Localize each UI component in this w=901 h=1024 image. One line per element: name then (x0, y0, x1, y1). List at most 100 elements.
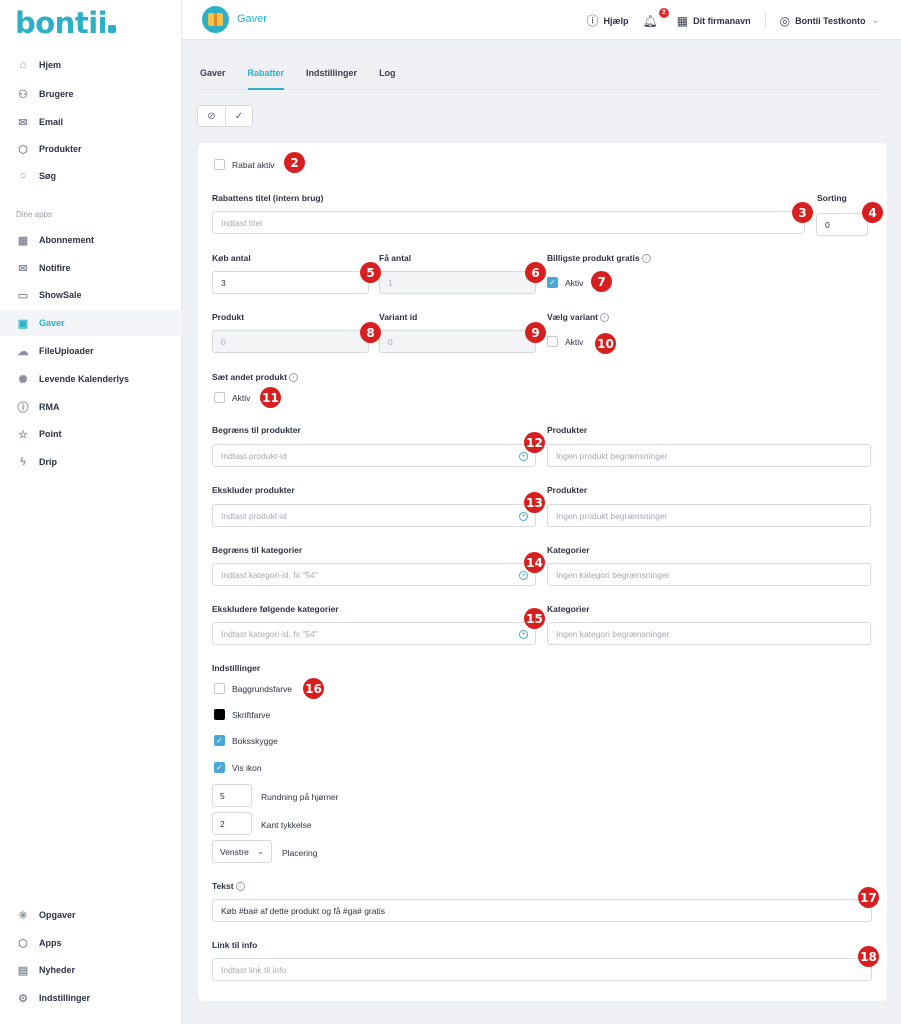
billigste-aktiv-checkbox[interactable]: ✓ Aktiv (547, 277, 583, 288)
bell-icon: 🔔︎ (642, 13, 658, 28)
sidebar-item-indstillinger[interactable]: ⚙ Indstillinger (0, 985, 182, 1011)
sidebar-item-gaver[interactable]: ▣ Gaver (0, 310, 182, 336)
sorting-label: Sorting (817, 193, 847, 203)
info-icon[interactable]: i (600, 313, 610, 323)
variant-input[interactable]: 0 (379, 330, 536, 353)
company-selector[interactable]: ▦ Dit firmanavn (677, 14, 751, 28)
tab-gaver[interactable]: Gaver (200, 66, 226, 90)
produkter-label: Produkter (547, 425, 588, 435)
tab-indstillinger[interactable]: Indstillinger (306, 66, 357, 90)
store-icon: ▦ (676, 13, 689, 28)
kant-input[interactable]: 2 (212, 812, 252, 835)
chevron-down-icon: ⌄ (871, 15, 879, 25)
cancel-button[interactable]: ⊘ (198, 106, 225, 126)
tekst-label: Tekst i (212, 881, 245, 892)
upload-icon: ☁ (17, 345, 29, 358)
variant-label: Variant id (379, 312, 418, 322)
save-button[interactable]: ✓ (225, 106, 252, 126)
marker-9: 9 (525, 322, 546, 343)
saet-andet-label: Sæt andet produkt i (212, 372, 299, 383)
tekst-input[interactable]: Køb #ba# af dette produkt og få #ga# gra… (212, 899, 872, 922)
produkt-input[interactable]: 0 (212, 330, 369, 353)
logo[interactable]: bontii (15, 6, 117, 40)
gift-app-icon (202, 6, 229, 33)
placering-select[interactable]: Venstre ⌄ (212, 840, 272, 863)
sidebar-item-apps[interactable]: ⬡ Apps (0, 930, 182, 956)
info-icon[interactable]: i (235, 882, 245, 892)
marker-7: 7 (591, 271, 612, 292)
sidebar-item-levende-kalenderlys[interactable]: ✺ Levende Kalenderlys (0, 366, 182, 392)
tab-log[interactable]: Log (379, 66, 396, 90)
baggrundsfarve-checkbox[interactable]: Baggrundsfarve (214, 683, 292, 694)
titel-label: Rabattens titel (intern brug) (212, 193, 324, 203)
tab-rabatter[interactable]: Rabatter (247, 66, 285, 90)
marker-16: 16 (303, 678, 324, 699)
kategorier-label: Kategorier (547, 604, 590, 614)
begraens-kategorier-label: Begræns til kategorier (212, 545, 303, 555)
koeb-antal-label: Køb antal (212, 253, 251, 263)
faa-antal-input[interactable]: 1 (379, 271, 536, 294)
users-icon: ⚇ (18, 88, 28, 101)
divider (764, 12, 766, 29)
add-icon[interactable]: + (519, 452, 528, 461)
sun-icon: ✺ (18, 373, 28, 386)
vis-ikon-checkbox[interactable]: ✓ Vis ikon (214, 762, 262, 773)
skriftfarve-swatch[interactable]: Skriftfarve (214, 709, 270, 720)
add-icon[interactable]: + (519, 512, 528, 521)
sidebar-item-produkter[interactable]: ⬡ Produkter (0, 136, 182, 162)
help-link[interactable]: ⓘ Hjælp (587, 12, 629, 29)
sidebar-item-soeg[interactable]: ○ Søg (0, 163, 182, 189)
rabat-aktiv-checkbox[interactable]: Rabat aktiv (214, 159, 275, 170)
koeb-antal-input[interactable]: 3 (212, 271, 369, 294)
sorting-input[interactable]: 0 (816, 213, 868, 236)
ekskludere-kategorier-label: Ekskludere følgende kategorier (212, 604, 339, 614)
news-icon: ▤ (17, 964, 29, 977)
begraens-produkter-input[interactable]: Indtast produkt-id (212, 444, 536, 467)
notifications-button[interactable]: 🔔︎ 2 (642, 7, 669, 28)
sidebar-item-fileuploader[interactable]: ☁ FileUploader (0, 338, 182, 364)
gear-icon: ⚙ (18, 992, 28, 1005)
vaelg-variant-checkbox[interactable]: Aktiv (547, 336, 583, 347)
sidebar-item-point[interactable]: ☆ Point (0, 421, 182, 447)
kategorier-label: Kategorier (547, 545, 590, 555)
info-icon[interactable]: i (289, 373, 299, 383)
titel-input[interactable]: Indtast titel (212, 211, 805, 234)
sidebar-item-brugere[interactable]: ⚇ Brugere (0, 81, 182, 107)
indstillinger-label: Indstillinger (212, 663, 261, 673)
saet-andet-checkbox[interactable]: Aktiv (214, 392, 250, 403)
marker-18: 18 (858, 946, 879, 967)
app-title: Gaver (237, 13, 267, 25)
check-icon: ✓ (234, 110, 244, 122)
link-input[interactable]: Indtast link til info (212, 958, 872, 981)
calendar-icon: ▦ (17, 234, 29, 247)
sidebar-item-drip[interactable]: ϟ Drip (0, 449, 182, 475)
sidebar-item-nyheder[interactable]: ▤ Nyheder (0, 957, 182, 983)
info-icon[interactable]: i (641, 254, 651, 264)
ekskludere-kategorier-input[interactable]: Indtast kategori-id, fx "54" (212, 622, 536, 645)
gift-icon: ▣ (17, 317, 29, 330)
vaelg-variant-label: Vælg variant i (547, 312, 610, 323)
sidebar-item-abonnement[interactable]: ▦ Abonnement (0, 227, 182, 253)
marker-8: 8 (360, 322, 381, 343)
ekskluder-produkter-input[interactable]: Indtast produkt-id (212, 504, 536, 527)
rundning-label: Rundning på hjørner (261, 792, 339, 802)
section-label-dine-apps: Dine apps (16, 210, 53, 219)
marker-2: 2 (284, 152, 305, 173)
begraens-kategorier-input[interactable]: Indtast kategori-id, fx "54" (212, 563, 536, 586)
boksskygge-checkbox[interactable]: ✓ Boksskygge (214, 735, 278, 746)
sidebar-item-opgaver[interactable]: ✳ Opgaver (0, 902, 182, 928)
notification-badge: 2 (658, 7, 669, 18)
sidebar-item-showsale[interactable]: ▭ ShowSale (0, 282, 182, 308)
produkter-label: Produkter (547, 485, 588, 495)
rundning-input[interactable]: 5 (212, 784, 252, 807)
sidebar-item-notifire[interactable]: ✉ Notifire (0, 255, 182, 281)
add-icon[interactable]: + (519, 571, 528, 580)
sidebar-item-email[interactable]: ✉ Email (0, 109, 182, 135)
sidebar-item-hjem[interactable]: ⌂ Hjem (0, 52, 182, 78)
add-icon[interactable]: + (519, 630, 528, 639)
account-menu[interactable]: ◎ Bontii Testkonto ⌄ (780, 14, 879, 28)
billigste-label: Billigste produkt gratis i (547, 253, 651, 264)
marker-11: 11 (260, 387, 281, 408)
alert-icon: ⓘ (17, 402, 29, 414)
sidebar-item-rma[interactable]: ⓘ RMA (0, 394, 182, 420)
